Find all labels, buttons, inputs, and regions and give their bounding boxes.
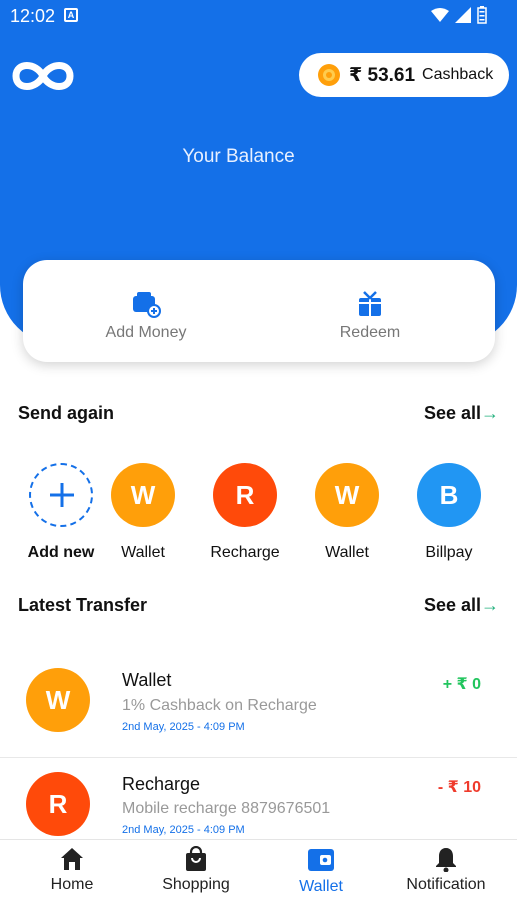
bell-icon	[436, 848, 456, 872]
notification-a-icon: A	[64, 8, 78, 22]
cashback-amount: ₹ 53.61	[349, 64, 416, 86]
contact-name: Wallet	[121, 544, 165, 561]
transaction-description: 1% Cashback on Recharge	[122, 697, 317, 714]
transaction-date: 2nd May, 2025 - 4:09 PM	[122, 824, 245, 836]
contact-avatar: W	[315, 463, 379, 527]
transaction-avatar: W	[26, 668, 90, 732]
arrow-right-icon: →	[481, 595, 499, 615]
contact-avatar: R	[213, 463, 277, 527]
cashback-button[interactable]: ₹ 53.61 Cashback	[299, 53, 509, 97]
redeem-label: Redeem	[339, 324, 401, 341]
contact-wallet-2[interactable]: W Wallet	[297, 463, 397, 562]
add-new-circle	[29, 463, 93, 527]
nav-notification[interactable]: Notification	[386, 846, 506, 894]
balance-title: Your Balance	[182, 146, 295, 167]
nav-wallet-label: Wallet	[299, 878, 343, 895]
contact-wallet-1[interactable]: W Wallet	[93, 463, 193, 562]
transaction-avatar: R	[26, 772, 90, 836]
contact-name: Recharge	[210, 544, 280, 561]
redeem-button[interactable]: Redeem	[295, 290, 445, 342]
bottom-navigation: Home Shopping Wallet Notification	[0, 839, 517, 900]
plus-icon	[50, 483, 74, 507]
wallet-icon	[308, 849, 334, 871]
transaction-title: Recharge	[122, 774, 201, 794]
coin-icon	[318, 64, 340, 86]
cashback-label: Cashback	[422, 66, 494, 83]
app-logo-icon	[12, 62, 74, 90]
nav-home[interactable]: Home	[12, 846, 132, 894]
wifi-icon	[431, 8, 449, 22]
add-money-button[interactable]: Add Money	[71, 290, 221, 342]
wallet-add-icon	[133, 292, 161, 318]
contact-avatar: B	[417, 463, 481, 527]
contact-billpay[interactable]: B Billpay	[399, 463, 499, 562]
latest-transfer-title: Latest Transfer	[18, 595, 148, 615]
nav-shopping[interactable]: Shopping	[136, 846, 256, 894]
shopping-bag-icon	[186, 846, 206, 871]
status-time: 12:02	[10, 6, 56, 26]
latest-transfer-see-all[interactable]: See all→	[424, 595, 499, 616]
contact-recharge[interactable]: R Recharge	[195, 463, 295, 562]
actions-card: Add Money Redeem	[23, 260, 495, 362]
transaction-date: 2nd May, 2025 - 4:09 PM	[122, 721, 245, 733]
contact-avatar: W	[111, 463, 175, 527]
send-again-title: Send again	[18, 403, 115, 423]
nav-wallet[interactable]: Wallet	[261, 846, 381, 896]
home-icon	[61, 848, 83, 870]
battery-icon	[477, 6, 487, 24]
transaction-description: Mobile recharge 8879676501	[122, 800, 331, 817]
gift-icon	[359, 291, 381, 316]
nav-home-label: Home	[50, 876, 94, 893]
arrow-right-icon: →	[481, 403, 499, 423]
see-all-label: See all	[423, 595, 481, 615]
add-money-label: Add Money	[105, 324, 187, 341]
contact-name: Wallet	[325, 544, 369, 561]
transaction-title: Wallet	[122, 670, 172, 690]
status-bar: 12:02 A	[0, 0, 517, 32]
see-all-label: See all	[423, 403, 481, 423]
transaction-amount: - ₹ 10	[437, 779, 481, 796]
nav-notification-label: Notification	[406, 876, 486, 893]
send-again-see-all[interactable]: See all→	[424, 403, 499, 424]
transaction-row[interactable]: W Wallet 1% Cashback on Recharge 2nd May…	[0, 658, 517, 758]
transaction-amount: + ₹ 0	[442, 676, 481, 693]
contact-name: Billpay	[425, 544, 473, 561]
status-icons	[431, 6, 487, 24]
nav-shopping-label: Shopping	[162, 876, 230, 893]
signal-icon	[455, 7, 471, 23]
